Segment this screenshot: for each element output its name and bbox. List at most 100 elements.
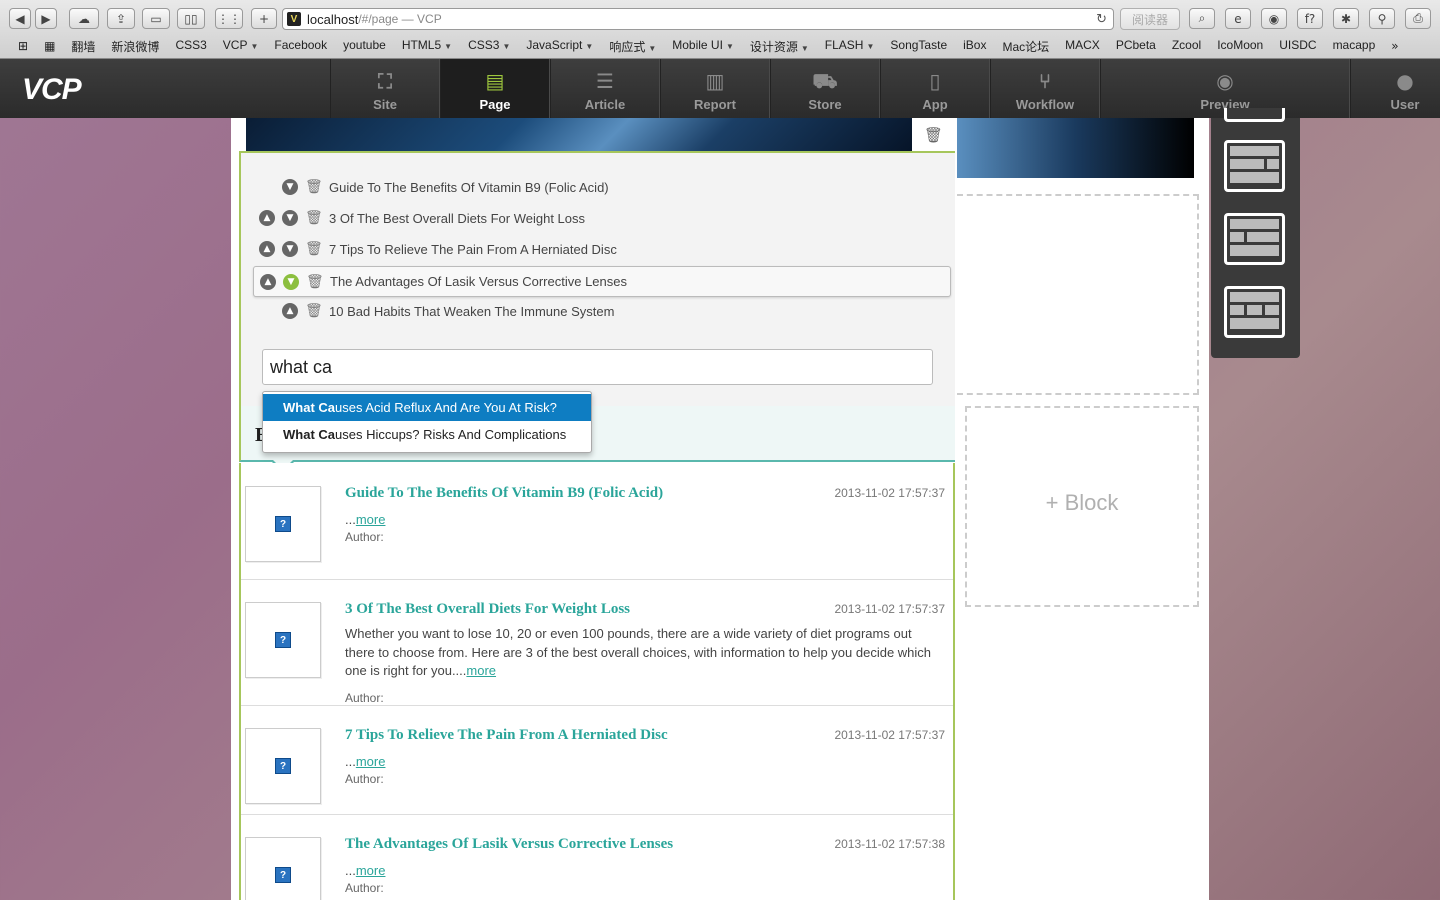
ie-extension-icon[interactable]: e xyxy=(1225,8,1251,29)
trash-icon[interactable]: 🗑 xyxy=(305,303,323,319)
forward-button[interactable]: ▶ xyxy=(35,8,57,29)
article-thumbnail[interactable]: ? xyxy=(245,837,321,900)
missing-image-icon: ? xyxy=(275,867,291,883)
missing-image-icon: ? xyxy=(275,758,291,774)
more-link[interactable]: more xyxy=(356,863,386,878)
chevron-down-icon: ▼ xyxy=(444,41,453,51)
more-link[interactable]: more xyxy=(356,512,386,527)
article-search-input[interactable]: what ca xyxy=(262,349,933,385)
bookmark-item[interactable]: 设计资源 ▼ xyxy=(742,38,817,55)
add-block-button[interactable]: + Block xyxy=(966,490,1198,516)
nav-tab-report[interactable]: ▥ Report xyxy=(660,59,770,118)
new-tab-button[interactable]: + xyxy=(251,8,277,29)
bookmark-item[interactable]: HTML5 ▼ xyxy=(394,38,460,55)
nav-tab-app[interactable]: ▯ App xyxy=(880,59,990,118)
empty-block[interactable] xyxy=(957,194,1199,395)
bookmarks-grid-icon[interactable]: ▦ xyxy=(36,39,63,53)
search-icon[interactable]: ⌕ xyxy=(1189,8,1215,29)
layout-option-right-split[interactable] xyxy=(1224,140,1285,192)
reader-button[interactable]: 阅读器 xyxy=(1120,8,1180,30)
back-button[interactable]: ◀ xyxy=(9,8,31,29)
move-up-icon[interactable]: ▲ xyxy=(260,273,276,290)
bookmarks-book-icon[interactable]: ⊞ xyxy=(10,39,36,53)
move-down-icon[interactable]: ▼ xyxy=(283,273,299,290)
move-up-icon[interactable]: ▲ xyxy=(259,210,275,226)
bookmarks-overflow-icon[interactable]: » xyxy=(1383,39,1406,53)
function-extension-icon[interactable]: f? xyxy=(1297,8,1323,29)
bookmark-item[interactable]: Mobile UI ▼ xyxy=(664,38,742,55)
record-extension-icon[interactable]: ◉ xyxy=(1261,8,1287,29)
bookmark-item[interactable]: UISDC xyxy=(1271,38,1324,55)
bookmark-item[interactable]: CSS3 ▼ xyxy=(460,38,518,55)
bookmark-item[interactable]: SongTaste xyxy=(882,38,955,55)
nav-tab-store[interactable]: ⛟ Store xyxy=(770,59,880,118)
article-thumbnail[interactable]: ? xyxy=(245,486,321,562)
article-title[interactable]: The Advantages Of Lasik Versus Correctiv… xyxy=(345,836,673,853)
user-menu[interactable]: ● User xyxy=(1350,59,1440,118)
bookmark-item[interactable]: Facebook xyxy=(266,38,335,55)
editor-list-item[interactable]: ▼ 🗑 Guide To The Benefits Of Vitamin B9 (F… xyxy=(282,173,609,201)
bug-extension-icon[interactable]: ⚲ xyxy=(1369,8,1395,29)
bookmark-item[interactable]: FLASH ▼ xyxy=(817,38,883,55)
bookmark-item[interactable]: IcoMoon xyxy=(1209,38,1271,55)
autocomplete-option[interactable]: What Ca uses Acid Reflux And Are You At R… xyxy=(263,394,591,421)
tabs-view-icon[interactable]: ▭ xyxy=(142,8,170,29)
trash-icon[interactable]: 🗑 xyxy=(305,241,323,257)
bookmark-item[interactable]: 翻墙 xyxy=(63,38,103,55)
trash-icon[interactable]: 🗑 xyxy=(305,210,323,226)
bookmark-item[interactable]: iBox xyxy=(955,38,994,55)
layout-option-three-col[interactable] xyxy=(1224,286,1285,338)
article-thumbnail[interactable]: ? xyxy=(245,728,321,804)
share-icon[interactable]: ⇪ xyxy=(107,8,135,29)
editor-list-item[interactable]: ▲ ▼ 🗑 The Advantages Of Lasik Versus Correc… xyxy=(253,266,951,297)
bookmark-item[interactable]: MACX xyxy=(1057,38,1108,55)
nav-tab-site[interactable]: ⛶ Site xyxy=(330,59,440,118)
chevron-down-icon: ▼ xyxy=(585,41,594,51)
bookmark-label: 设计资源 xyxy=(749,39,798,54)
editor-list-item[interactable]: ▲ ▼ 🗑 3 Of The Best Overall Diets For Weigh… xyxy=(259,204,585,232)
reading-list-icon[interactable]: ▯▯ xyxy=(177,8,205,29)
nav-tab-page[interactable]: ▤ Page xyxy=(440,59,550,118)
more-link[interactable]: more xyxy=(466,663,496,678)
reload-icon[interactable]: ↻ xyxy=(1096,12,1107,27)
nav-tab-article[interactable]: ☰ Article xyxy=(550,59,660,118)
bookmark-item[interactable]: Mac论坛 xyxy=(994,38,1057,55)
page-icon: ▤ xyxy=(485,69,505,93)
bookmark-item[interactable]: youtube xyxy=(335,38,394,55)
address-bar[interactable]: V localhost /#/page — VCP ↻ xyxy=(282,8,1114,30)
nav-tab-label: App xyxy=(922,97,948,112)
layout-option-partial[interactable] xyxy=(1224,108,1285,122)
autocomplete-option[interactable]: What Ca uses Hiccups? Risks And Complicat… xyxy=(263,421,591,448)
article-author: Author: xyxy=(345,881,384,895)
bookmark-item[interactable]: 响应式 ▼ xyxy=(601,38,664,55)
puzzle-extension-icon[interactable]: ✱ xyxy=(1333,8,1359,29)
print-icon[interactable]: ⎙ xyxy=(1405,8,1431,29)
delete-block-icon[interactable]: 🗑 xyxy=(924,126,943,144)
editor-list-item[interactable]: ▲ 🗑 10 Bad Habits That Weaken The Immune S… xyxy=(282,297,614,325)
article-title[interactable]: 3 Of The Best Overall Diets For Weight L… xyxy=(345,601,630,618)
trash-icon[interactable]: 🗑 xyxy=(305,179,323,195)
nav-tab-workflow[interactable]: ⑂ Workflow xyxy=(990,59,1100,118)
bookmark-item[interactable]: 新浪微博 xyxy=(103,38,167,55)
bookmark-item[interactable]: macapp xyxy=(1325,38,1384,55)
move-down-icon[interactable]: ▼ xyxy=(282,241,298,257)
move-down-icon[interactable]: ▼ xyxy=(282,179,298,195)
move-up-icon[interactable]: ▲ xyxy=(282,303,298,319)
bookmark-item[interactable]: Zcool xyxy=(1164,38,1209,55)
more-link[interactable]: more xyxy=(356,754,386,769)
trash-icon[interactable]: 🗑 xyxy=(306,274,324,290)
cloud-tabs-icon[interactable]: ☁ xyxy=(69,8,99,29)
article-thumbnail[interactable]: ? xyxy=(245,602,321,678)
app-logo[interactable]: VCP xyxy=(22,73,82,107)
editor-list-item[interactable]: ▲ ▼ 🗑 7 Tips To Relieve The Pain From A Her… xyxy=(259,235,617,263)
layout-option-left-split[interactable] xyxy=(1224,213,1285,265)
bookmark-item[interactable]: CSS3 xyxy=(167,38,214,55)
bookmark-item[interactable]: JavaScript ▼ xyxy=(518,38,601,55)
top-sites-icon[interactable]: ⋮⋮ xyxy=(215,8,243,29)
article-title[interactable]: 7 Tips To Relieve The Pain From A Hernia… xyxy=(345,727,668,744)
bookmark-item[interactable]: VCP ▼ xyxy=(215,38,267,55)
move-down-icon[interactable]: ▼ xyxy=(282,210,298,226)
move-up-icon[interactable]: ▲ xyxy=(259,241,275,257)
bookmark-item[interactable]: PCbeta xyxy=(1108,38,1164,55)
article-title[interactable]: Guide To The Benefits Of Vitamin B9 (Fol… xyxy=(345,485,663,502)
